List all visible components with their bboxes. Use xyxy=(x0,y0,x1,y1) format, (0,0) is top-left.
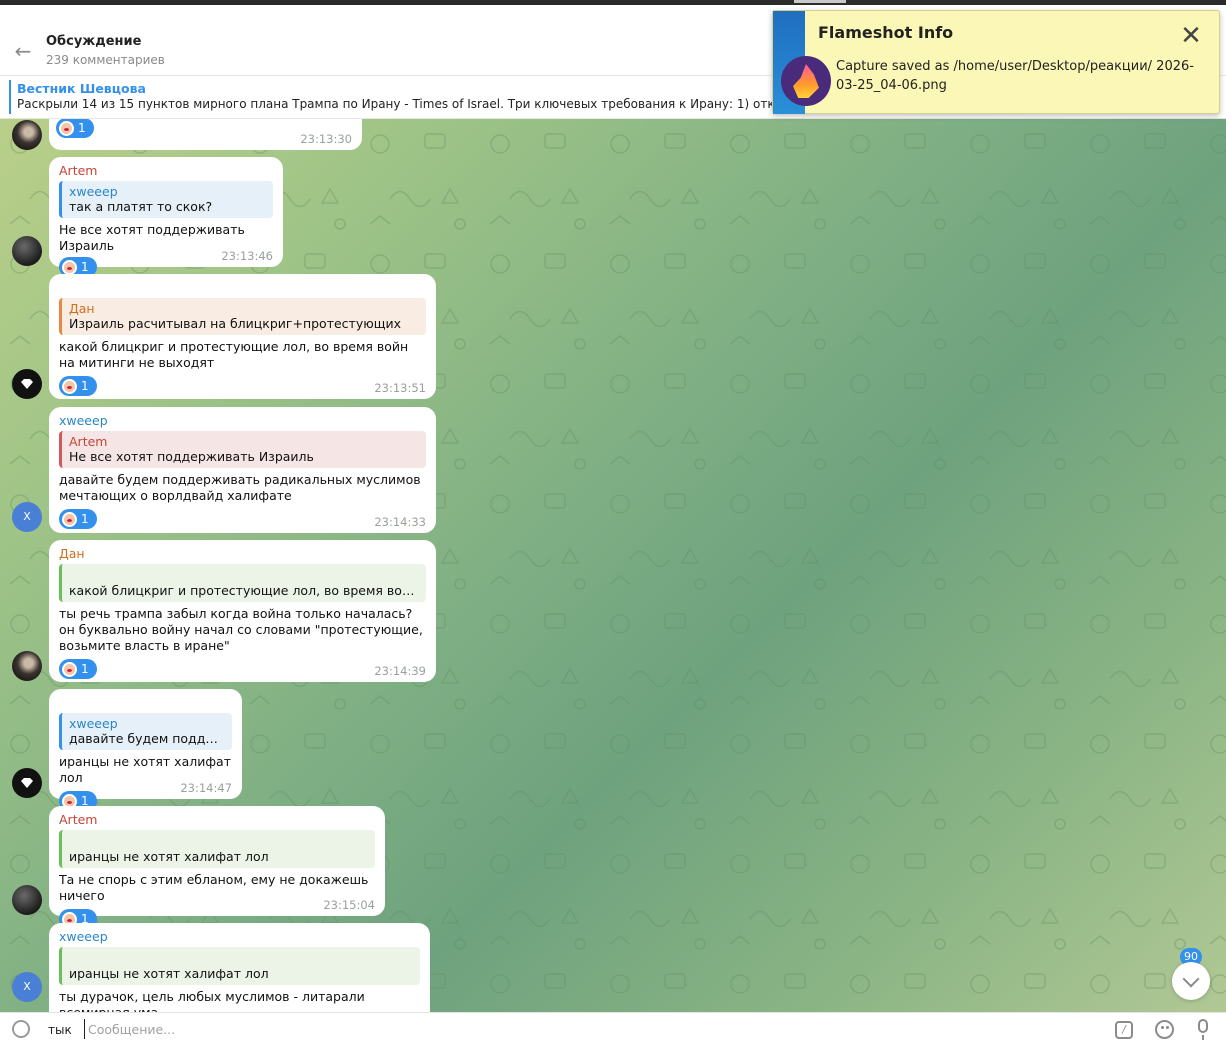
message-time: 23:14:39 xyxy=(374,664,426,678)
reaction-badge[interactable]: 1 xyxy=(56,119,94,138)
page-title: Обсуждение xyxy=(46,34,142,49)
reaction-badge[interactable]: 1 xyxy=(59,376,97,396)
reply-quote[interactable]: иранцы не хотят халифат лол xyxy=(59,947,420,985)
message-composer: тык / xyxy=(0,1012,1226,1044)
reply-quote[interactable]: xweeep так а платят то скок? xyxy=(59,181,273,218)
reaction-emoji-icon xyxy=(62,511,77,527)
reply-author: xweeep xyxy=(69,184,118,199)
reply-text: так а платят то скок? xyxy=(69,199,213,214)
notification-title: Flameshot Info xyxy=(818,23,954,42)
reaction-count: 1 xyxy=(78,121,86,135)
reaction-badge[interactable]: 1 xyxy=(59,509,97,529)
message-author[interactable]: Дан xyxy=(59,546,426,561)
microphone-icon[interactable] xyxy=(1198,1019,1208,1040)
message-text: ты дурачок, цель любых муслимов - литара… xyxy=(59,989,365,1012)
notification-body: Capture saved as /home/user/Desktop/реак… xyxy=(836,59,1194,93)
message-time: 23:15:04 xyxy=(323,898,375,912)
message-time: 23:14:47 xyxy=(180,781,232,795)
message-time: 23:13:46 xyxy=(221,249,273,263)
message-author[interactable]: Artem xyxy=(59,812,375,827)
comments-count: 239 комментариев xyxy=(46,53,165,67)
pinned-bar xyxy=(9,80,11,114)
reply-author xyxy=(69,833,367,849)
bot-commands-icon[interactable]: / xyxy=(1115,1021,1133,1039)
flameshot-logo-icon xyxy=(781,56,831,106)
message-time: 23:13:30 xyxy=(300,132,352,146)
reply-text: Не все хотят поддерживать Израиль xyxy=(69,449,314,464)
message-text: какой блицкриг и протестующие лол, во вр… xyxy=(59,339,409,370)
message-input[interactable] xyxy=(84,1019,1084,1039)
pinned-title: Вестник Шевцова xyxy=(17,81,146,96)
reaction-emoji-icon xyxy=(62,259,77,275)
message-bubble[interactable]: Artem xweeep так а платят то скок? Не все… xyxy=(49,157,283,277)
reply-author xyxy=(69,567,418,583)
message-bubble[interactable]: Дан Израиль расчитывал на блицкриг+протес… xyxy=(49,274,436,399)
chat-area[interactable]: 1 23:13:30 Artem xweeep так а платят то с… xyxy=(0,119,1226,1012)
message-author[interactable]: xweeep xyxy=(59,413,426,428)
avatar[interactable] xyxy=(12,768,42,798)
message-bubble[interactable]: Artem иранцы не хотят халифат лол Та не … xyxy=(49,806,385,929)
paperclip-icon[interactable] xyxy=(8,1016,34,1042)
reply-text: иранцы не хотят халифат лол xyxy=(69,966,269,981)
message-text: ты речь трампа забыл когда война только … xyxy=(59,606,423,653)
reaction-emoji-icon xyxy=(59,120,74,136)
message-text: давайте будем поддерживать радикальных м… xyxy=(59,472,421,503)
reaction-badge[interactable]: 1 xyxy=(59,659,97,679)
message-bubble[interactable]: 1 23:13:30 xyxy=(49,119,362,150)
avatar[interactable] xyxy=(12,120,42,150)
reaction-count: 1 xyxy=(81,512,89,526)
avatar[interactable] xyxy=(12,369,42,399)
avatar[interactable]: X xyxy=(12,502,42,532)
send-as-button[interactable]: тык xyxy=(48,1023,72,1037)
reaction-count: 1 xyxy=(81,260,89,274)
reply-author xyxy=(69,950,412,966)
back-arrow-icon[interactable]: ← xyxy=(11,39,35,63)
message-time: 23:14:33 xyxy=(374,515,426,529)
avatar[interactable] xyxy=(12,236,42,266)
message-author[interactable]: Artem xyxy=(59,163,273,178)
window-indicator xyxy=(794,0,846,3)
reply-quote[interactable]: Дан Израиль расчитывал на блицкриг+протес… xyxy=(59,298,426,335)
reply-quote[interactable]: xweeepдавайте будем поддержи... xyxy=(59,713,232,750)
reply-text: иранцы не хотят халифат лол xyxy=(69,849,269,864)
avatar[interactable] xyxy=(12,651,42,681)
close-icon[interactable]: ✕ xyxy=(1179,23,1203,49)
reaction-emoji-icon xyxy=(62,378,77,394)
flameshot-notification[interactable]: Flameshot Info ✕ Capture saved as /home/… xyxy=(772,10,1220,114)
reply-quote[interactable]: Artem Не все хотят поддерживать Израиль xyxy=(59,431,426,468)
avatar[interactable]: X xyxy=(12,972,42,1002)
emoji-icon[interactable] xyxy=(1155,1020,1174,1039)
reply-author: xweeep xyxy=(69,716,118,731)
message-bubble[interactable]: Дан какой блицкриг и протестующие лол, в… xyxy=(49,540,436,682)
reply-text: давайте будем поддержи... xyxy=(69,731,224,746)
reply-author: Artem xyxy=(69,434,108,449)
reply-text: какой блицкриг и протестующие лол, во вр… xyxy=(69,583,418,598)
reaction-count: 1 xyxy=(81,379,89,393)
reaction-count: 1 xyxy=(81,662,89,676)
message-time: 23:13:51 xyxy=(374,381,426,395)
message-bubble[interactable]: xweeepдавайте будем поддержи... иранцы н… xyxy=(49,689,242,811)
reply-quote[interactable]: какой блицкриг и протестующие лол, во вр… xyxy=(59,564,426,602)
reply-author: Дан xyxy=(69,301,95,316)
message-bubble[interactable]: xweeep Artem Не все хотят поддерживать Из… xyxy=(49,407,436,533)
reply-quote[interactable]: иранцы не хотят халифат лол xyxy=(59,830,375,868)
avatar[interactable] xyxy=(12,885,42,915)
message-author[interactable]: xweeep xyxy=(59,929,420,944)
reaction-emoji-icon xyxy=(62,661,77,677)
scroll-down-button[interactable] xyxy=(1172,962,1210,1000)
message-bubble[interactable]: xweeep иранцы не хотят халифат лол ты ду… xyxy=(49,923,430,1012)
reply-text: Израиль расчитывал на блицкриг+протестую… xyxy=(69,316,402,331)
